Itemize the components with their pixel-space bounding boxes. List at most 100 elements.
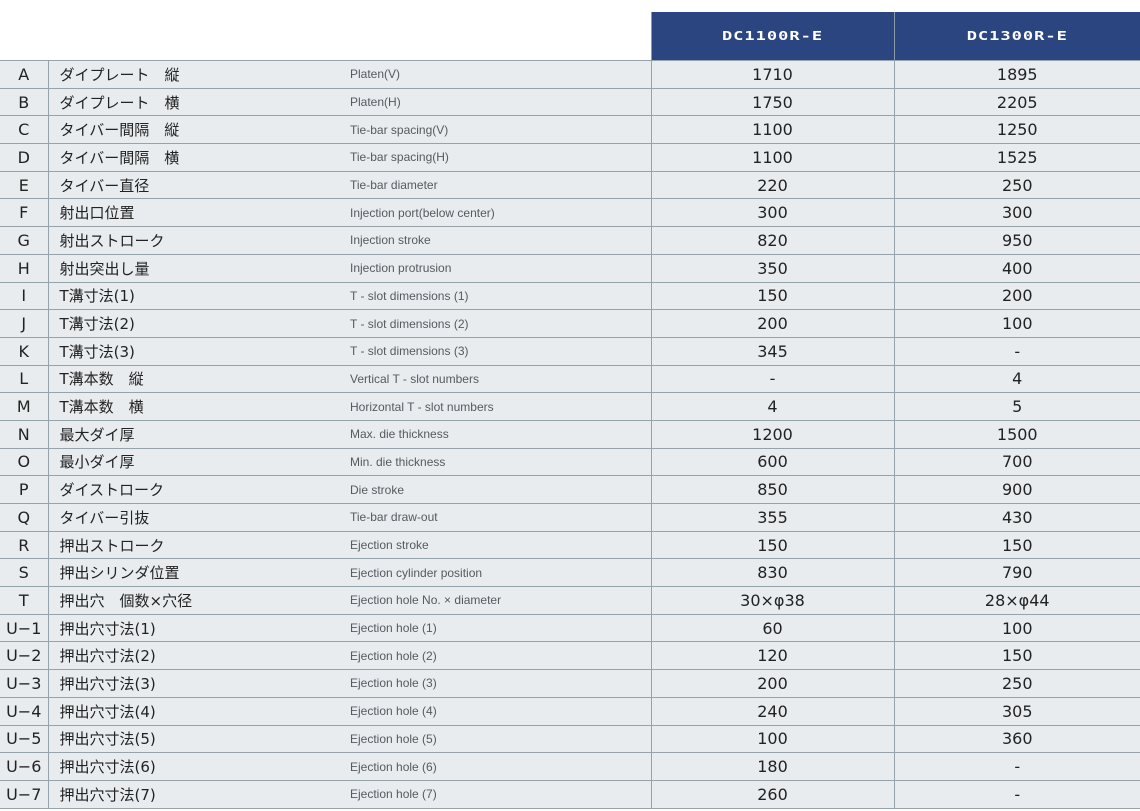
spec-table: DC1100R-E DC1300R-E A ダイプレート 縦 Platen(V)…	[0, 12, 1140, 809]
row-label-en: T - slot dimensions (3)	[348, 336, 651, 366]
value-dc1300r-e: 1895	[893, 60, 1140, 89]
value-dc1300r-e: 4	[893, 364, 1140, 394]
value-dc1100r-e: 850	[650, 475, 894, 504]
row-code: U−3	[0, 669, 49, 698]
row-code: G	[0, 226, 49, 255]
row-code: K	[0, 336, 49, 366]
value-dc1300r-e: 1250	[893, 115, 1140, 145]
row-label-en: Injection stroke	[348, 226, 651, 255]
row-code: U−7	[0, 779, 49, 809]
table-row: U−1 押出穴寸法(1) Ejection hole (1) 60 100	[0, 613, 1140, 643]
row-label-ja: T溝寸法(3)	[48, 336, 348, 366]
table-row: I T溝寸法(1) T - slot dimensions (1) 150 20…	[0, 281, 1140, 311]
value-dc1100r-e: 1100	[650, 115, 894, 145]
value-dc1300r-e: 2205	[893, 87, 1140, 117]
row-label-en: Ejection hole (4)	[348, 696, 651, 726]
value-dc1300r-e: 250	[893, 669, 1140, 698]
row-label-ja: ダイプレート 縦	[48, 60, 348, 89]
row-code: U−2	[0, 641, 49, 671]
table-row: F 射出口位置 Injection port(below center) 300…	[0, 198, 1140, 228]
value-dc1100r-e: 120	[650, 641, 894, 671]
table-row: G 射出ストローク Injection stroke 820 950	[0, 226, 1140, 255]
row-label-en: Die stroke	[348, 475, 651, 504]
row-label-ja: ダイストローク	[48, 475, 348, 504]
table-row: R 押出ストローク Ejection stroke 150 150	[0, 530, 1140, 560]
table-row: U−2 押出穴寸法(2) Ejection hole (2) 120 150	[0, 641, 1140, 671]
value-dc1300r-e: 100	[893, 613, 1140, 643]
value-dc1300r-e: -	[893, 779, 1140, 809]
row-label-ja: T溝本数 横	[48, 392, 348, 421]
row-label-en: Platen(H)	[348, 87, 651, 117]
row-label-en: Min. die thickness	[348, 447, 651, 477]
table-row: H 射出突出し量 Injection protrusion 350 400	[0, 253, 1140, 283]
value-dc1300r-e: 200	[893, 281, 1140, 311]
value-dc1100r-e: 355	[650, 503, 894, 532]
header-blank-cell	[348, 12, 651, 61]
row-label-ja: 押出シリンダ位置	[48, 558, 348, 588]
row-label-en: Vertical T - slot numbers	[348, 364, 651, 394]
table-row: U−7 押出穴寸法(7) Ejection hole (7) 260 -	[0, 779, 1140, 809]
header-blank-cell	[0, 12, 48, 61]
value-dc1100r-e: 180	[650, 752, 894, 781]
value-dc1300r-e: 150	[893, 641, 1140, 671]
row-code: M	[0, 392, 49, 421]
row-label-ja: T溝寸法(1)	[48, 281, 348, 311]
row-code: Q	[0, 503, 49, 532]
row-label-ja: 押出穴 個数×穴径	[48, 586, 348, 615]
value-dc1300r-e: 305	[893, 696, 1140, 726]
row-code: U−6	[0, 752, 49, 781]
row-code: A	[0, 60, 49, 89]
row-label-ja: T溝寸法(2)	[48, 309, 348, 338]
value-dc1300r-e: 400	[893, 253, 1140, 283]
header-row: DC1100R-E DC1300R-E	[0, 12, 1140, 61]
row-label-ja: 押出穴寸法(2)	[48, 641, 348, 671]
row-label-en: Injection protrusion	[348, 253, 651, 283]
row-label-en: Ejection hole (2)	[348, 641, 651, 671]
value-dc1100r-e: 200	[650, 309, 894, 338]
row-label-ja: タイバー引抜	[48, 503, 348, 532]
row-label-en: Ejection stroke	[348, 530, 651, 560]
value-dc1100r-e: 150	[650, 281, 894, 311]
value-dc1300r-e: 900	[893, 475, 1140, 504]
row-label-en: Ejection cylinder position	[348, 558, 651, 588]
value-dc1300r-e: 250	[893, 170, 1140, 200]
row-label-en: Tie-bar spacing(V)	[348, 115, 651, 145]
header-blank-cell	[48, 12, 348, 61]
value-dc1100r-e: 830	[650, 558, 894, 588]
row-label-ja: 押出ストローク	[48, 530, 348, 560]
value-dc1300r-e: 430	[893, 503, 1140, 532]
value-dc1100r-e: 1710	[650, 60, 894, 89]
row-label-ja: 押出穴寸法(5)	[48, 724, 348, 754]
table-row: A ダイプレート 縦 Platen(V) 1710 1895	[0, 60, 1140, 89]
row-code: P	[0, 475, 49, 504]
value-dc1100r-e: -	[650, 364, 894, 394]
row-label-ja: T溝本数 縦	[48, 364, 348, 394]
value-dc1300r-e: 300	[893, 198, 1140, 228]
row-label-ja: 押出穴寸法(3)	[48, 669, 348, 698]
value-dc1300r-e: 5	[893, 392, 1140, 421]
value-dc1100r-e: 820	[650, 226, 894, 255]
value-dc1300r-e: 1525	[893, 143, 1140, 172]
row-code: U−1	[0, 613, 49, 643]
model-name: DC1300R-E	[966, 28, 1068, 44]
row-label-ja: 押出穴寸法(1)	[48, 613, 348, 643]
value-dc1300r-e: 790	[893, 558, 1140, 588]
value-dc1100r-e: 600	[650, 447, 894, 477]
value-dc1300r-e: 28×φ44	[893, 586, 1140, 615]
row-label-en: Tie-bar diameter	[348, 170, 651, 200]
value-dc1100r-e: 240	[650, 696, 894, 726]
value-dc1100r-e: 200	[650, 669, 894, 698]
row-code: O	[0, 447, 49, 477]
row-label-ja: タイバー間隔 縦	[48, 115, 348, 145]
table-row: B ダイプレート 横 Platen(H) 1750 2205	[0, 87, 1140, 117]
row-label-en: Horizontal T - slot numbers	[348, 392, 651, 421]
table-row: T 押出穴 個数×穴径 Ejection hole No. × diameter…	[0, 586, 1140, 615]
model-name: DC1100R-E	[721, 28, 824, 44]
table-row: U−6 押出穴寸法(6) Ejection hole (6) 180 -	[0, 752, 1140, 781]
value-dc1100r-e: 220	[650, 170, 894, 200]
value-dc1100r-e: 350	[650, 253, 894, 283]
row-label-en: T - slot dimensions (2)	[348, 309, 651, 338]
value-dc1100r-e: 100	[650, 724, 894, 754]
row-label-en: Tie-bar spacing(H)	[348, 143, 651, 172]
value-dc1100r-e: 345	[650, 336, 894, 366]
